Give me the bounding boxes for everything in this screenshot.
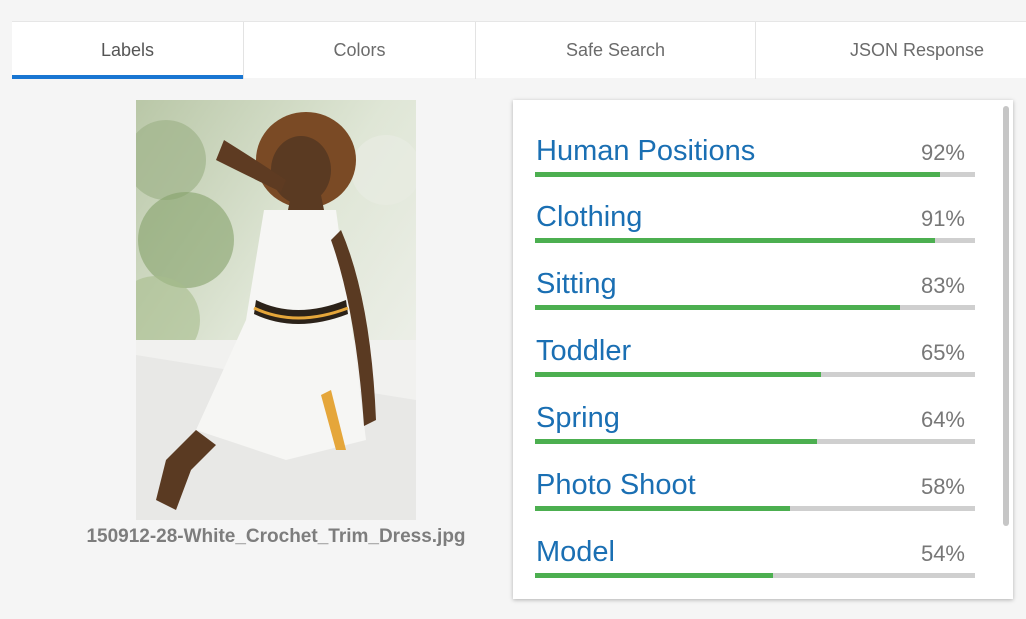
label-percent: 91%	[920, 206, 965, 231]
score-bar-track	[535, 439, 975, 444]
label-row: Human Positions 92%	[535, 134, 975, 184]
score-bar-track	[535, 506, 975, 511]
tab-json-response[interactable]: JSON Response	[756, 22, 1026, 79]
labels-panel: Human Positions 92% Clothing 91% Sitting…	[513, 100, 1013, 599]
image-filename: 150912-28-White_Crochet_Trim_Dress.jpg	[86, 526, 466, 547]
score-bar-fill	[535, 372, 821, 377]
tab-labels[interactable]: Labels	[12, 22, 244, 79]
analyzed-photo	[136, 100, 416, 520]
panel-scrollbar[interactable]	[1003, 106, 1009, 526]
label-percent: 58%	[920, 474, 965, 499]
tab-safe-search[interactable]: Safe Search	[476, 22, 756, 79]
tab-colors[interactable]: Colors	[244, 22, 476, 79]
label-name[interactable]: Model	[536, 535, 615, 569]
photo-illustration	[136, 100, 416, 520]
label-percent: 83%	[920, 273, 965, 298]
score-bar-track	[535, 573, 975, 578]
score-bar-track	[535, 305, 975, 310]
label-percent: 65%	[920, 340, 965, 365]
score-bar-fill	[535, 573, 773, 578]
score-bar-track	[535, 172, 975, 177]
label-percent: 92%	[920, 140, 965, 165]
label-row: Photo Shoot 58%	[535, 468, 975, 518]
tab-bar: Labels Colors Safe Search JSON Response	[12, 21, 1026, 79]
label-row: Sitting 83%	[535, 267, 975, 317]
score-bar-fill	[535, 305, 901, 310]
label-row: Clothing 91%	[535, 200, 975, 250]
label-row: Toddler 65%	[535, 334, 975, 384]
score-bar-fill	[535, 439, 817, 444]
score-bar-track	[535, 372, 975, 377]
label-name[interactable]: Toddler	[536, 334, 631, 368]
label-percent: 54%	[920, 541, 965, 566]
score-bar-fill	[535, 172, 940, 177]
label-name[interactable]: Human Positions	[536, 134, 755, 168]
label-name[interactable]: Spring	[536, 401, 620, 435]
label-percent: 64%	[920, 407, 965, 432]
label-name[interactable]: Clothing	[536, 200, 642, 234]
label-row: Model 54%	[535, 535, 975, 585]
label-name[interactable]: Sitting	[536, 267, 617, 301]
score-bar-fill	[535, 506, 791, 511]
score-bar-fill	[535, 238, 936, 243]
label-name[interactable]: Photo Shoot	[536, 468, 696, 502]
score-bar-track	[535, 238, 975, 243]
label-row: Spring 64%	[535, 401, 975, 451]
